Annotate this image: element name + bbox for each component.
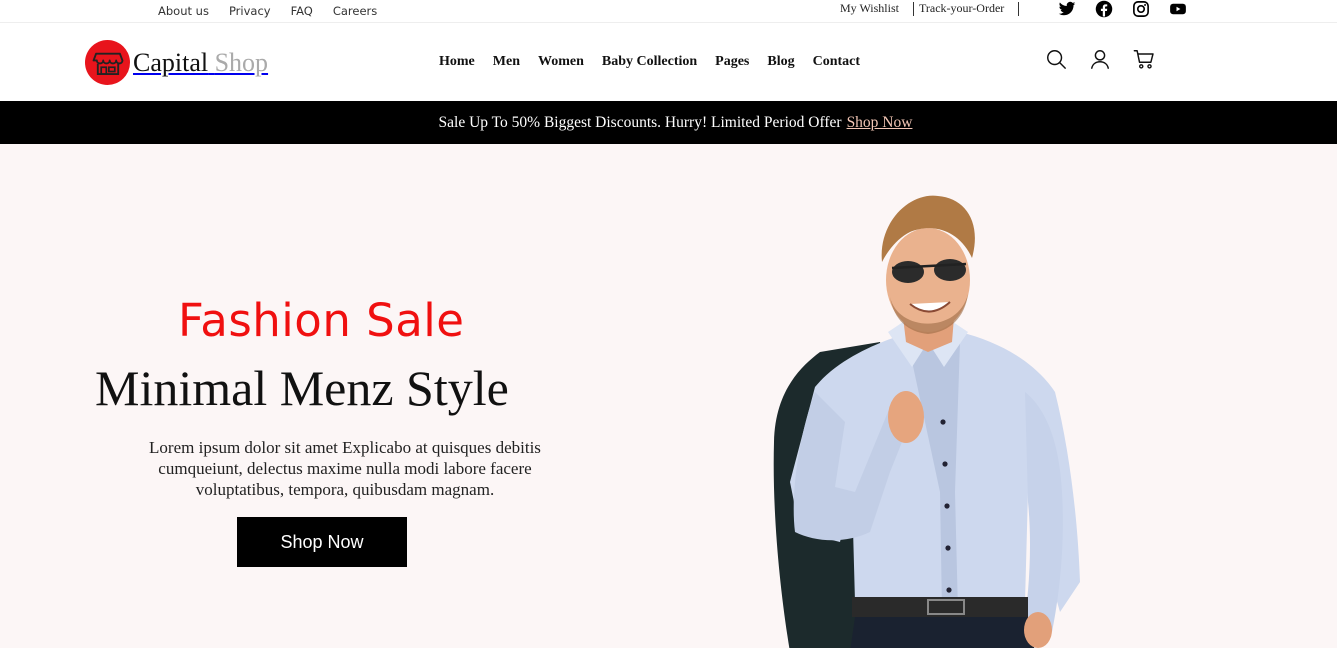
- twitter-icon[interactable]: [1058, 0, 1076, 18]
- logo-text: Capital Shop: [133, 48, 268, 78]
- top-account-links: My Wishlist Track-your-Order: [840, 1, 1024, 16]
- shop-icon: [85, 40, 130, 85]
- careers-link[interactable]: Careers: [333, 4, 377, 18]
- hero-banner: Fashion Sale Minimal Menz Style Lorem ip…: [0, 144, 1337, 648]
- sale-shop-now-link[interactable]: Shop Now: [847, 114, 913, 132]
- nav-men[interactable]: Men: [493, 54, 520, 70]
- sale-announcement-bar: Sale Up To 50% Biggest Discounts. Hurry!…: [0, 101, 1337, 144]
- divider: [912, 1, 914, 16]
- divider: [1018, 1, 1020, 16]
- main-header: Capital Shop Home Men Women Baby Collect…: [0, 23, 1337, 101]
- logo-word-capital: Capital: [133, 47, 209, 77]
- nav-women[interactable]: Women: [538, 54, 584, 70]
- site-logo[interactable]: Capital Shop: [85, 40, 268, 85]
- hero-shop-now-button[interactable]: Shop Now: [237, 517, 407, 567]
- top-bar: About us Privacy FAQ Careers My Wishlist…: [0, 0, 1337, 23]
- hero-kicker: Fashion Sale: [178, 294, 465, 347]
- top-links: About us Privacy FAQ Careers: [158, 4, 397, 18]
- nav-pages[interactable]: Pages: [715, 54, 749, 70]
- faq-link[interactable]: FAQ: [291, 4, 313, 18]
- sale-text: Sale Up To 50% Biggest Discounts. Hurry!…: [438, 113, 842, 131]
- search-icon[interactable]: [1045, 48, 1067, 70]
- nav-contact[interactable]: Contact: [813, 54, 860, 70]
- privacy-link[interactable]: Privacy: [229, 4, 271, 18]
- about-us-link[interactable]: About us: [158, 4, 209, 18]
- hero-description: Lorem ipsum dolor sit amet Explicabo at …: [149, 438, 541, 499]
- instagram-icon[interactable]: [1132, 0, 1150, 18]
- facebook-icon[interactable]: [1095, 0, 1113, 18]
- youtube-icon[interactable]: [1169, 0, 1187, 18]
- user-icon[interactable]: [1089, 48, 1111, 70]
- header-actions: [1045, 48, 1155, 70]
- track-order-link[interactable]: Track-your-Order: [919, 1, 1004, 16]
- logo-word-shop: Shop: [214, 47, 269, 77]
- social-links: [1058, 0, 1187, 18]
- nav-blog[interactable]: Blog: [767, 54, 794, 70]
- hero-title: Minimal Menz Style: [95, 360, 509, 416]
- nav-baby-collection[interactable]: Baby Collection: [602, 54, 697, 70]
- hero-model-image: [773, 195, 1080, 648]
- cart-icon[interactable]: [1133, 48, 1155, 70]
- main-nav: Home Men Women Baby Collection Pages Blo…: [439, 54, 878, 70]
- nav-home[interactable]: Home: [439, 54, 475, 70]
- wishlist-link[interactable]: My Wishlist: [840, 1, 899, 16]
